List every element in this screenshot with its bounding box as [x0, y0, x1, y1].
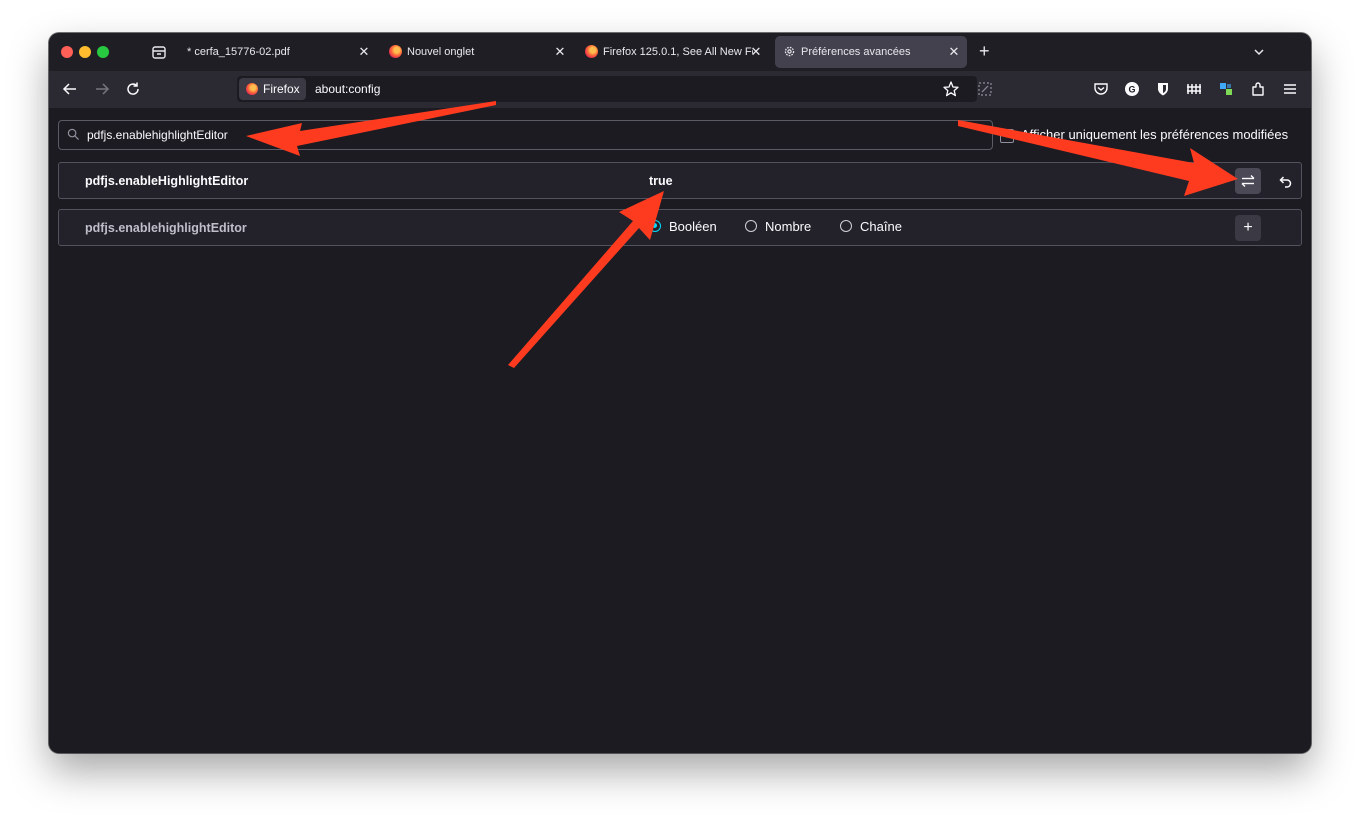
about-config-page: pdfjs.enablehighlightEditor Afficher uni… — [49, 108, 1311, 753]
grammarly-extension-icon[interactable]: G — [1123, 80, 1141, 98]
preference-name: pdfjs.enableHighlightEditor — [85, 174, 249, 188]
search-input-value[interactable]: pdfjs.enablehighlightEditor — [87, 128, 228, 142]
new-tab-button[interactable]: + — [979, 41, 990, 61]
pocket-icon[interactable] — [1092, 80, 1110, 98]
preference-value[interactable]: true — [649, 174, 673, 188]
tab-preferences-avancees[interactable]: Préférences avancées ✕ — [775, 36, 967, 68]
new-preference-row: pdfjs.enablehighlightEditor Booléen Nomb… — [58, 209, 1302, 246]
identity-label: Firefox — [263, 82, 300, 96]
window-minimize-button[interactable] — [79, 46, 91, 58]
tab-cerfa-pdf[interactable]: * cerfa_15776-02.pdf ✕ — [181, 36, 377, 68]
preference-row: pdfjs.enableHighlightEditor true — [58, 162, 1302, 199]
close-icon[interactable]: ✕ — [357, 36, 371, 68]
window-close-button[interactable] — [61, 46, 73, 58]
tab-title: Préférences avancées — [801, 46, 911, 58]
reset-undo-icon[interactable] — [1277, 173, 1293, 189]
firefox-icon — [246, 83, 258, 95]
menu-hamburger-icon[interactable] — [1281, 80, 1299, 98]
firefox-view-icon[interactable] — [151, 44, 167, 60]
firefox-icon — [389, 45, 402, 58]
browser-window: * cerfa_15776-02.pdf ✕ Nouvel onglet ✕ F… — [49, 33, 1311, 753]
search-icon — [67, 128, 80, 141]
forward-arrow-icon[interactable] — [94, 81, 110, 97]
ublock-extension-icon[interactable] — [1185, 80, 1203, 98]
url-text[interactable]: about:config — [315, 82, 380, 96]
tab-strip: * cerfa_15776-02.pdf ✕ Nouvel onglet ✕ F… — [49, 33, 1311, 71]
show-modified-only-label[interactable]: Afficher uniquement les préférences modi… — [1021, 127, 1288, 142]
add-preference-button[interactable]: + — [1235, 215, 1261, 241]
identity-box[interactable]: Firefox — [239, 78, 306, 100]
radio-number-label[interactable]: Nombre — [765, 219, 811, 234]
chevron-down-icon[interactable] — [1253, 46, 1265, 58]
bookmark-star-icon[interactable] — [942, 80, 960, 98]
preference-name: pdfjs.enablehighlightEditor — [85, 221, 247, 235]
close-icon[interactable]: ✕ — [749, 36, 763, 68]
radio-boolean[interactable] — [649, 220, 661, 232]
radio-number[interactable] — [745, 220, 757, 232]
back-arrow-icon[interactable] — [62, 81, 78, 97]
bitwarden-shield-icon[interactable] — [1154, 80, 1172, 98]
gear-icon — [784, 46, 795, 57]
firefox-icon — [585, 45, 598, 58]
radio-string[interactable] — [840, 220, 852, 232]
url-bar[interactable]: Firefox about:config — [237, 76, 977, 102]
extensions-puzzle-icon[interactable] — [1249, 80, 1267, 98]
radio-boolean-label[interactable]: Booléen — [669, 219, 717, 234]
tab-nouvel-onglet[interactable]: Nouvel onglet ✕ — [381, 36, 577, 68]
tab-title: * cerfa_15776-02.pdf — [187, 46, 290, 58]
tab-firefox-release-notes[interactable]: Firefox 125.0.1, See All New Fea ✕ — [579, 36, 769, 68]
radio-string-label[interactable]: Chaîne — [860, 219, 902, 234]
show-modified-only-checkbox[interactable] — [1000, 129, 1014, 143]
svg-text:G: G — [1128, 85, 1135, 95]
reload-icon[interactable] — [125, 81, 141, 97]
screenshot-icon[interactable] — [976, 80, 994, 98]
tab-title: Nouvel onglet — [407, 46, 475, 58]
translate-extension-icon[interactable] — [1217, 80, 1235, 98]
preference-search-field[interactable]: pdfjs.enablehighlightEditor — [58, 120, 993, 150]
toggle-arrows-icon — [1241, 175, 1255, 187]
close-icon[interactable]: ✕ — [947, 36, 961, 68]
close-icon[interactable]: ✕ — [553, 36, 567, 68]
window-zoom-button[interactable] — [97, 46, 109, 58]
tab-title: Firefox 125.0.1, See All New Fea — [603, 46, 753, 58]
toggle-button[interactable] — [1235, 168, 1261, 194]
navigation-toolbar: Firefox about:config G — [49, 71, 1311, 108]
